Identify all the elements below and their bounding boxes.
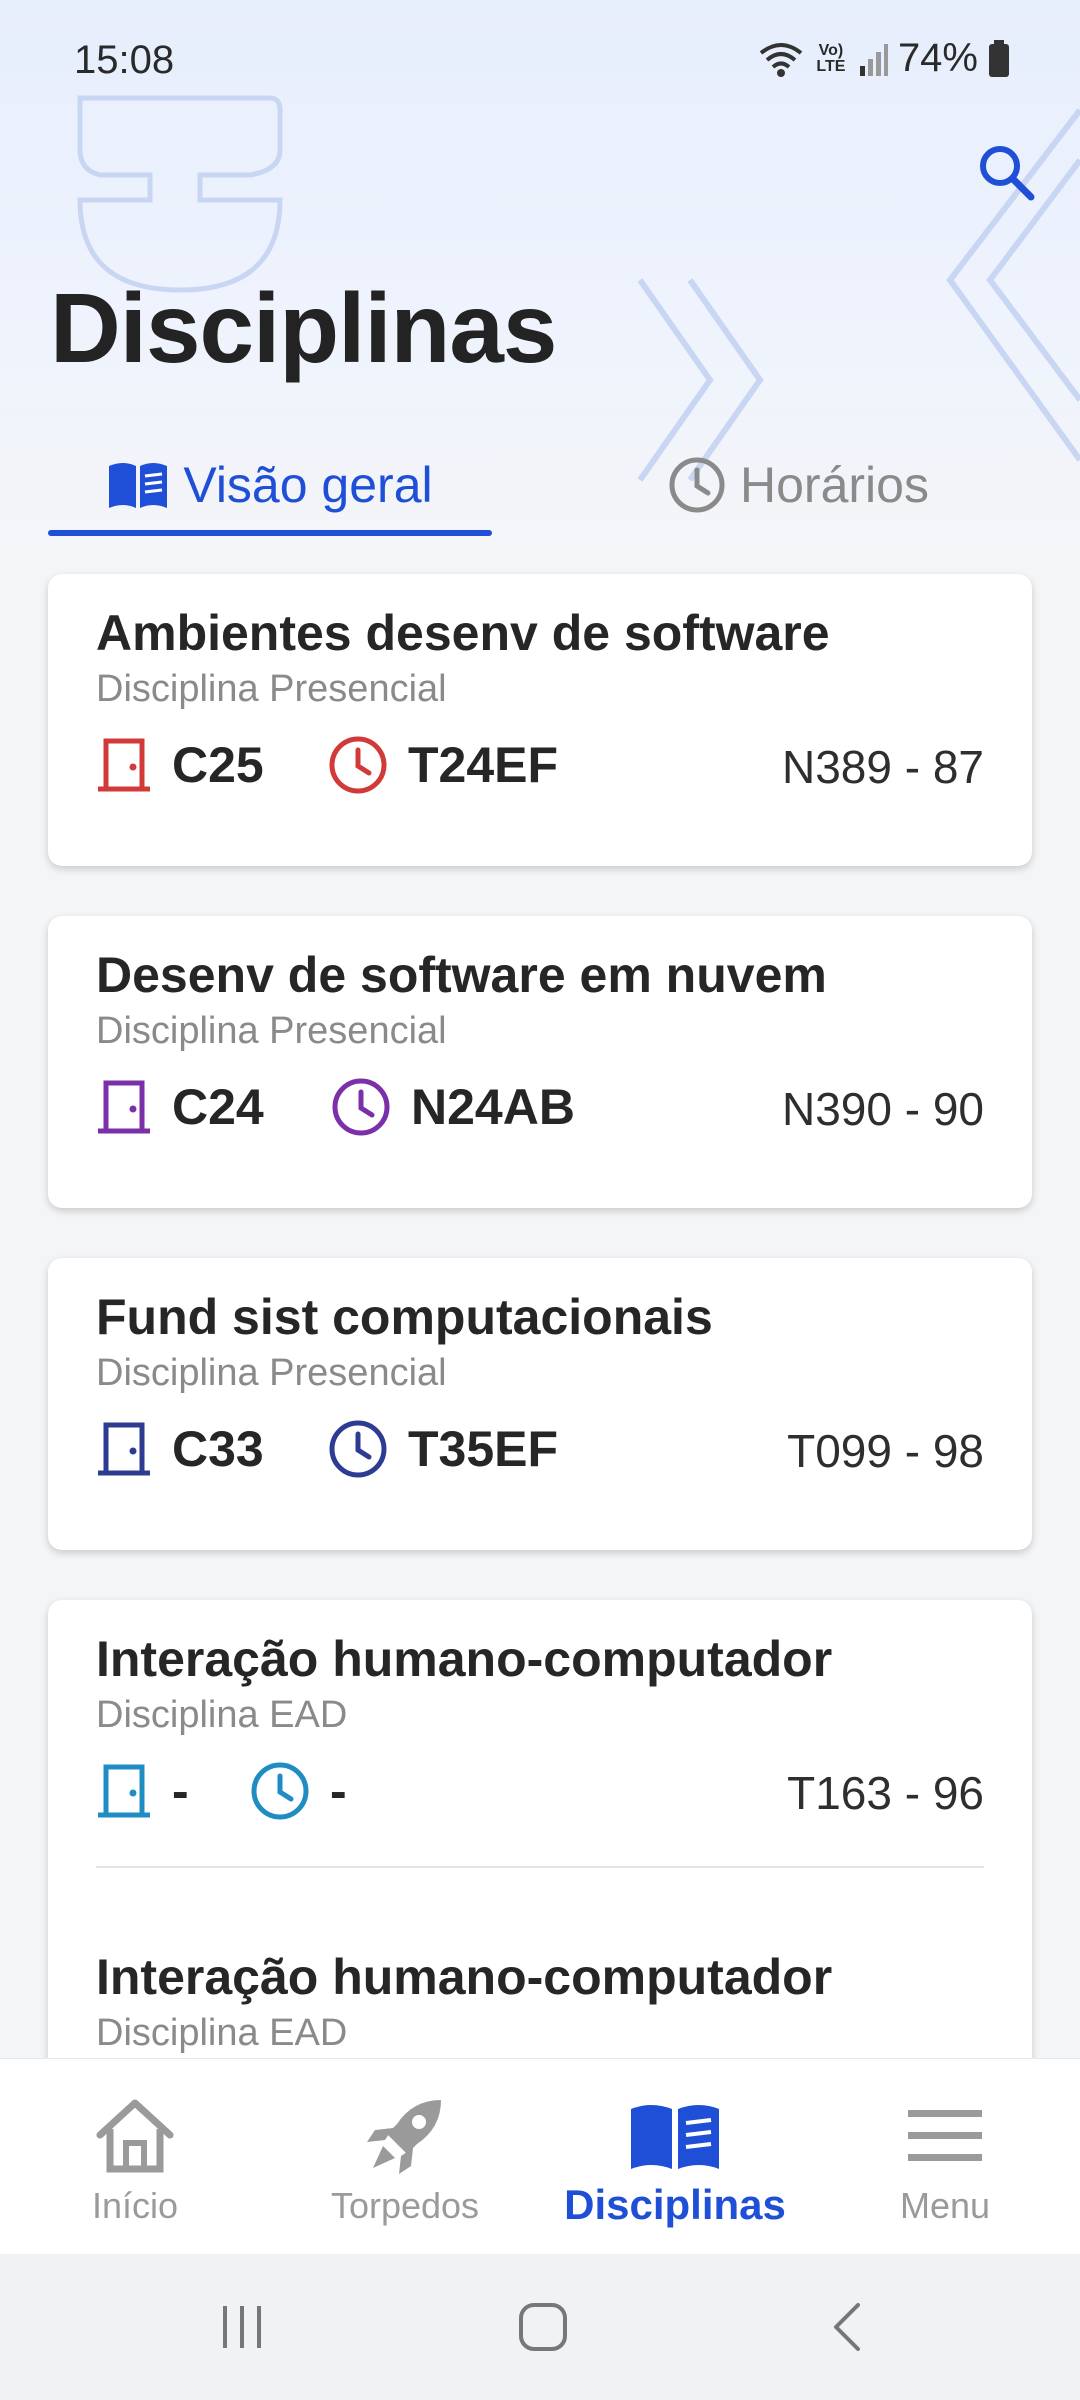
course-type: Disciplina EAD bbox=[96, 2012, 348, 2054]
signal-icon bbox=[858, 42, 888, 76]
back-icon bbox=[834, 2303, 860, 2351]
tab-active-indicator bbox=[48, 530, 492, 536]
recents-button[interactable] bbox=[182, 2254, 302, 2400]
nav-item-disciplinas[interactable]: Disciplinas bbox=[540, 2059, 810, 2255]
course-name: Interação humano-computador bbox=[96, 1631, 833, 1687]
search-icon bbox=[980, 146, 1035, 201]
system-navigation-bar bbox=[0, 2254, 1080, 2400]
course-item: Ambientes desenv de software Disciplina … bbox=[96, 604, 984, 804]
room-value: C33 bbox=[172, 1421, 264, 1477]
schedule-value: - bbox=[330, 1763, 347, 1819]
nav-label: Menu bbox=[899, 2185, 991, 2226]
tab-schedule[interactable]: Horários bbox=[668, 430, 1008, 540]
bottom-navigation: Início Torpedos Disciplinas Menu bbox=[0, 2058, 1080, 2254]
course-card[interactable]: Fund sist computacionais Disciplina Pres… bbox=[48, 1258, 1032, 1550]
menu-icon bbox=[908, 2110, 982, 2161]
course-info: C24 N24AB N390 - 90 bbox=[96, 1072, 984, 1142]
course-name: Desenv de software em nuvem bbox=[96, 947, 827, 1003]
course-code: N389 - 87 bbox=[781, 741, 984, 793]
page-title: Disciplinas bbox=[50, 273, 557, 383]
status-time: 15:08 bbox=[74, 38, 175, 82]
room-info: C24 bbox=[96, 1072, 264, 1142]
home-icon bbox=[96, 2099, 174, 2173]
battery-icon bbox=[988, 39, 1010, 78]
course-card[interactable]: Ambientes desenv de software Disciplina … bbox=[48, 574, 1032, 866]
tab-overview[interactable]: Visão geral bbox=[48, 430, 492, 540]
clock-icon bbox=[329, 1420, 387, 1478]
course-info: - - T163 - 96 bbox=[96, 1756, 984, 1826]
course-type: Disciplina Presencial bbox=[96, 1352, 447, 1394]
door-icon bbox=[98, 738, 150, 792]
back-button[interactable] bbox=[786, 2254, 906, 2400]
nav-label: Torpedos bbox=[330, 2185, 480, 2226]
course-code: T099 - 98 bbox=[787, 1425, 984, 1477]
rocket-icon bbox=[367, 2100, 441, 2174]
schedule-info: N24AB bbox=[331, 1072, 575, 1142]
course-item: Fund sist computacionais Disciplina Pres… bbox=[96, 1288, 984, 1488]
volte-icon: Vo) LTE bbox=[816, 41, 846, 75]
nav-label: Início bbox=[91, 2185, 179, 2226]
schedule-info: T35EF bbox=[328, 1414, 558, 1484]
course-info: C25 T24EF N389 - 87 bbox=[96, 730, 984, 800]
room-info: C33 bbox=[96, 1414, 264, 1484]
course-name: Fund sist computacionais bbox=[96, 1289, 713, 1345]
room-info: C25 bbox=[96, 730, 264, 800]
clock-icon bbox=[332, 1078, 390, 1136]
decorative-shape-left bbox=[77, 95, 283, 293]
room-value: C25 bbox=[172, 737, 264, 793]
door-icon bbox=[98, 1422, 150, 1476]
schedule-value: T35EF bbox=[408, 1421, 559, 1477]
home-button[interactable] bbox=[483, 2254, 603, 2400]
course-item: Desenv de software em nuvem Disciplina P… bbox=[96, 946, 984, 1146]
door-icon bbox=[98, 1764, 150, 1818]
book-icon bbox=[631, 2105, 719, 2169]
clock-icon bbox=[329, 736, 387, 794]
clock-icon bbox=[669, 457, 725, 513]
schedule-info: - bbox=[250, 1756, 347, 1826]
tab-bar: Visão geral Horários bbox=[48, 430, 1048, 540]
course-name: Ambientes desenv de software bbox=[96, 605, 830, 661]
tab-overview-label: Visão geral bbox=[183, 457, 433, 513]
room-info: - bbox=[96, 1756, 189, 1826]
schedule-value: T24EF bbox=[408, 737, 559, 793]
course-code: T163 - 96 bbox=[787, 1767, 984, 1819]
course-card[interactable]: Desenv de software em nuvem Disciplina P… bbox=[48, 916, 1032, 1208]
tab-schedule-label: Horários bbox=[740, 457, 929, 513]
home-outline-icon bbox=[519, 2303, 567, 2351]
nav-label: Disciplinas bbox=[564, 2181, 786, 2228]
nav-item-menu[interactable]: Menu bbox=[810, 2059, 1080, 2255]
clock-icon bbox=[251, 1762, 309, 1820]
nav-item-inicio[interactable]: Início bbox=[0, 2059, 270, 2255]
course-code: N390 - 90 bbox=[781, 1083, 984, 1135]
course-type: Disciplina Presencial bbox=[96, 668, 447, 710]
course-type: Disciplina Presencial bbox=[96, 1010, 447, 1052]
status-bar: 15:08 Vo) LTE 74% bbox=[0, 0, 1080, 120]
status-icons: Vo) LTE 74% bbox=[758, 36, 1010, 81]
nav-item-torpedos[interactable]: Torpedos bbox=[270, 2059, 540, 2255]
schedule-value: N24AB bbox=[411, 1079, 575, 1135]
course-item[interactable]: Interação humano-computador Disciplina E… bbox=[96, 1630, 984, 1830]
battery-percent: 74% bbox=[897, 36, 978, 80]
search-button[interactable] bbox=[974, 140, 1038, 204]
door-icon bbox=[98, 1080, 150, 1134]
course-name: Interação humano-computador bbox=[96, 1949, 833, 2005]
course-card[interactable]: Interação humano-computador Disciplina E… bbox=[48, 1600, 1032, 2120]
recents-icon bbox=[223, 2306, 261, 2348]
room-value: C24 bbox=[172, 1079, 264, 1135]
room-value: - bbox=[172, 1763, 189, 1819]
divider bbox=[96, 1866, 984, 1868]
wifi-icon bbox=[758, 39, 804, 79]
course-info: C33 T35EF T099 - 98 bbox=[96, 1414, 984, 1484]
course-type: Disciplina EAD bbox=[96, 1694, 348, 1736]
schedule-info: T24EF bbox=[328, 730, 558, 800]
book-icon bbox=[109, 463, 168, 508]
